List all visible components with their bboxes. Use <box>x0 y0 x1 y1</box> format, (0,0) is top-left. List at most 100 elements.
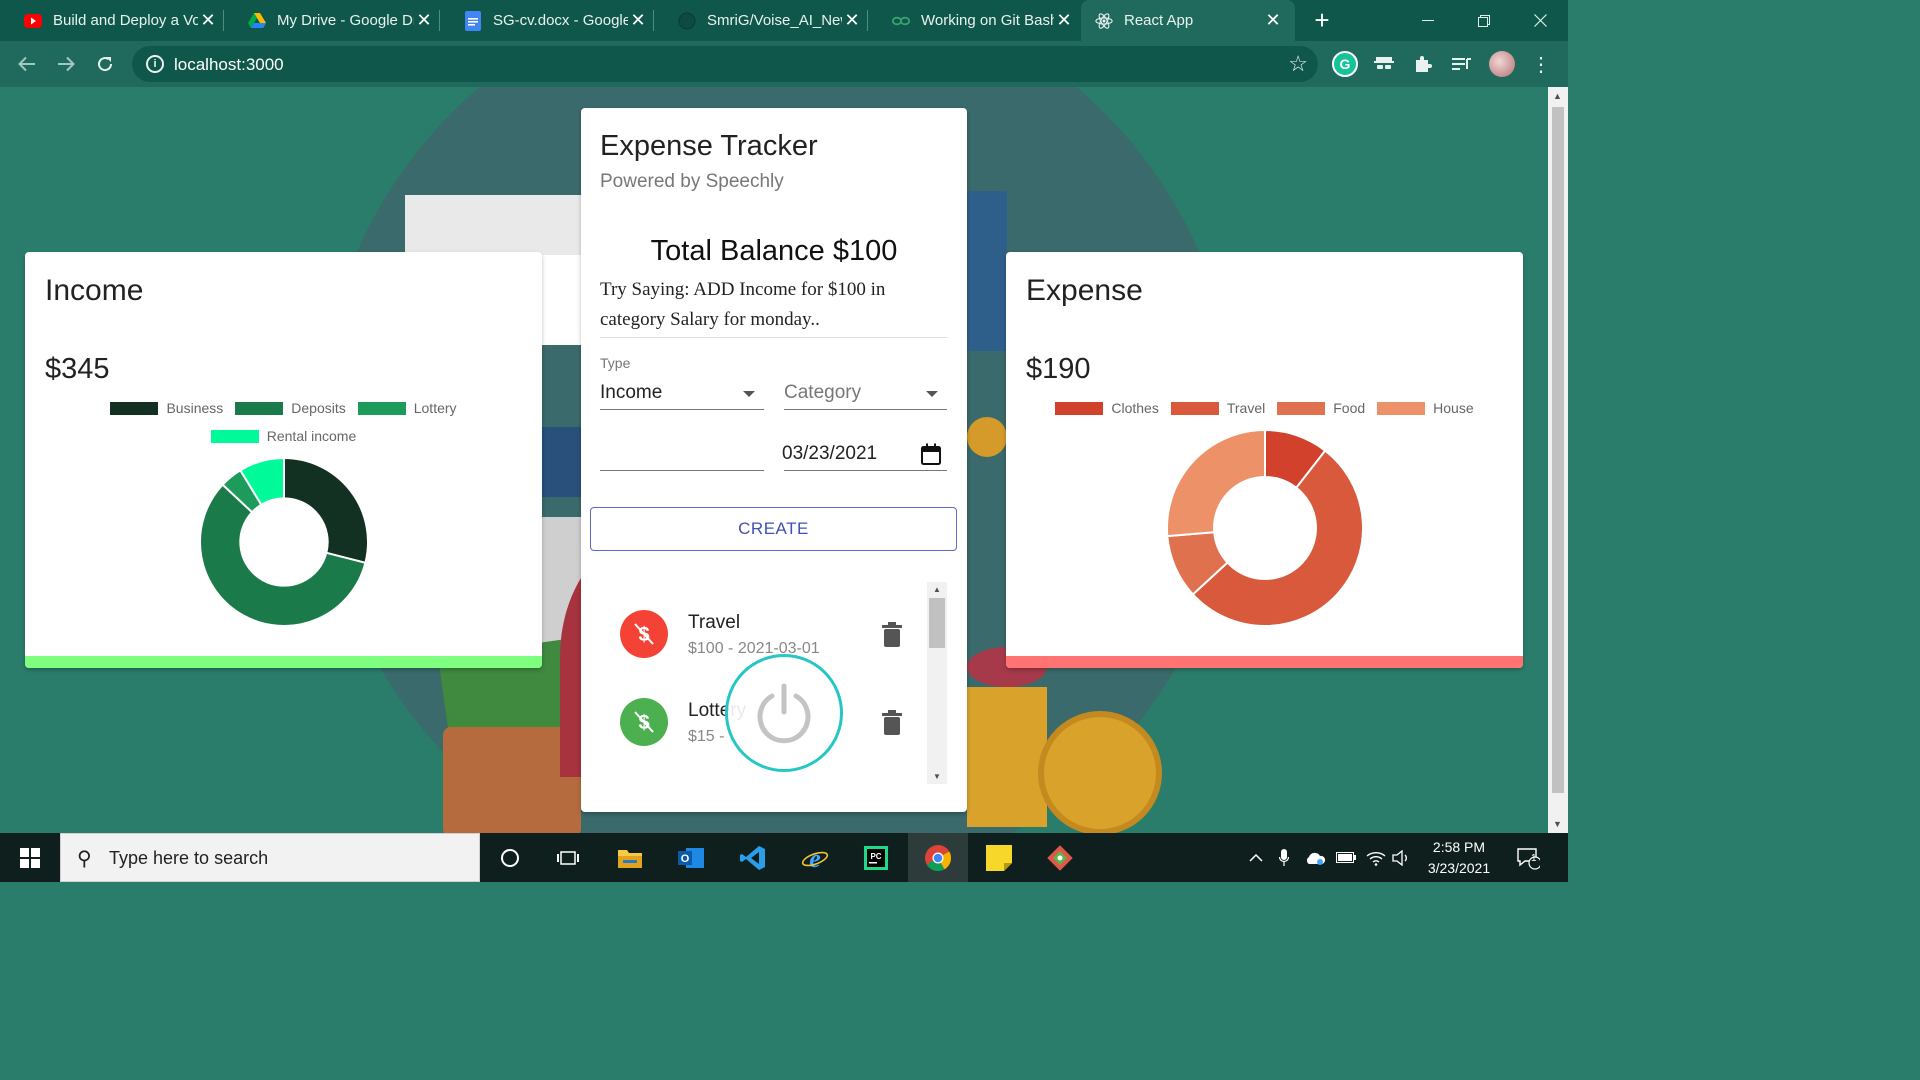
legend-item-lottery[interactable]: Lottery <box>357 400 457 416</box>
google-docs-icon <box>464 10 482 31</box>
star-icon[interactable]: ☆ <box>1288 51 1308 77</box>
close-icon[interactable]: ✕ <box>198 10 218 31</box>
legend-item-house[interactable]: House <box>1377 400 1474 416</box>
svg-text:PC: PC <box>870 852 881 861</box>
tab-title: SG-cv.docx - Google Docs <box>493 12 628 29</box>
date-input[interactable]: 03/23/2021 <box>782 441 947 471</box>
background-house-illustration <box>967 191 1007 351</box>
profile-avatar[interactable] <box>1489 51 1515 77</box>
legend-item-food[interactable]: Food <box>1277 400 1365 416</box>
income-doughnut-chart[interactable] <box>199 457 369 627</box>
svg-text:e: e <box>809 845 821 871</box>
legend-swatch <box>1377 401 1426 415</box>
type-label: Type <box>600 355 631 371</box>
pycharm-icon[interactable]: PC <box>846 833 906 882</box>
media-queue-icon[interactable] <box>1449 51 1475 77</box>
close-window-button[interactable] <box>1512 0 1568 41</box>
tracker-title: Expense Tracker <box>600 130 818 162</box>
chrome-icon[interactable] <box>908 833 968 882</box>
file-explorer-icon[interactable] <box>600 833 660 882</box>
transaction-list-scrollbar[interactable]: ▲ ▼ <box>927 582 947 784</box>
info-icon[interactable]: i <box>146 55 164 73</box>
microphone-icon[interactable] <box>1274 833 1294 882</box>
close-icon[interactable]: ✕ <box>842 10 862 31</box>
doughnut-slice-business[interactable] <box>283 457 369 565</box>
wifi-icon[interactable] <box>1364 833 1388 882</box>
sticky-notes-icon[interactable] <box>969 833 1029 882</box>
doughnut-slice-house[interactable] <box>1166 429 1266 538</box>
close-icon[interactable]: ✕ <box>1054 10 1074 31</box>
money-off-icon: $ <box>620 698 668 746</box>
trash-icon[interactable] <box>881 710 903 736</box>
puzzle-extensions-icon[interactable] <box>1410 51 1436 77</box>
restore-button[interactable] <box>1456 0 1512 41</box>
reload-icon <box>98 57 113 72</box>
legend-item-deposits[interactable]: Deposits <box>235 400 346 416</box>
url-text[interactable]: localhost:3000 <box>174 55 284 75</box>
create-button[interactable]: CREATE <box>590 507 957 551</box>
background-dollar-coin-illustration <box>1038 711 1162 833</box>
arrow-right-icon <box>58 56 75 72</box>
new-tab-button[interactable]: + <box>1308 5 1336 35</box>
chevron-up-icon[interactable] <box>1244 833 1268 882</box>
trash-icon[interactable] <box>881 622 903 648</box>
grammarly-extension-icon[interactable]: G <box>1332 51 1358 77</box>
back-button[interactable] <box>14 51 40 77</box>
battery-icon[interactable] <box>1334 833 1358 882</box>
search-icon: ⚲ <box>77 848 92 870</box>
internet-explorer-icon[interactable]: e <box>785 833 845 882</box>
close-icon[interactable]: ✕ <box>628 10 648 31</box>
onedrive-icon[interactable] <box>1302 833 1328 882</box>
tab-youtube[interactable]: Build and Deploy a Voice ✕ <box>0 0 224 41</box>
income-amount: $345 <box>45 353 110 385</box>
task-view-icon[interactable] <box>538 833 598 882</box>
system-clock[interactable]: 2:58 PM 3/23/2021 <box>1414 837 1504 879</box>
speechly-push-to-talk-button[interactable] <box>725 654 843 772</box>
legend-swatch <box>1170 401 1219 415</box>
tab-title: SmriG/Voise_AI_New <box>707 12 842 29</box>
calendar-icon[interactable] <box>921 443 941 465</box>
close-icon[interactable]: ✕ <box>1263 10 1283 31</box>
tab-title: React App <box>1124 12 1194 29</box>
legend-item-business[interactable]: Business <box>110 400 223 416</box>
git-app-icon[interactable] <box>1030 833 1090 882</box>
browser-tab-bar: Build and Deploy a Voice ✕ My Drive - Go… <box>0 0 1568 41</box>
menu-kebab-icon[interactable]: ⋮ <box>1528 51 1554 77</box>
cortana-icon[interactable] <box>480 833 540 882</box>
tab-github[interactable]: SmriG/Voise_AI_New ✕ <box>654 0 868 41</box>
legend-label: Lottery <box>413 400 457 416</box>
taskbar-search-input[interactable]: ⚲ Type here to search <box>60 833 480 882</box>
react-icon <box>1095 12 1113 30</box>
income-card: Income $345 Business Deposits Lottery Re… <box>25 252 542 668</box>
minimize-button[interactable] <box>1400 0 1456 41</box>
expense-doughnut-chart[interactable] <box>1166 429 1364 627</box>
reload-button[interactable] <box>92 51 118 77</box>
volume-icon[interactable] <box>1390 833 1414 882</box>
tab-google-drive[interactable]: My Drive - Google Drive ✕ <box>224 0 440 41</box>
page-scrollbar[interactable]: ▲ ▼ <box>1548 87 1568 833</box>
vscode-icon[interactable] <box>723 833 783 882</box>
amount-input[interactable] <box>600 441 764 471</box>
list-scrollbar-thumb[interactable] <box>929 598 945 648</box>
omnibox[interactable]: i localhost:3000 ☆ <box>132 46 1318 82</box>
tab-git-bash[interactable]: Working on Git Bash ✕ <box>868 0 1080 41</box>
windows-start-icon[interactable] <box>0 833 60 882</box>
tab-react-app[interactable]: React App ✕ <box>1081 0 1295 41</box>
page-scrollbar-thumb[interactable] <box>1552 107 1564 793</box>
notification-center-icon[interactable]: 1 <box>1510 833 1546 882</box>
category-select[interactable]: Category <box>784 380 947 410</box>
legend-swatch <box>110 401 159 415</box>
type-select[interactable]: Income <box>600 380 764 410</box>
forward-button[interactable] <box>53 51 79 77</box>
spy-extension-icon[interactable] <box>1371 51 1397 77</box>
legend-item-rental-income[interactable]: Rental income <box>210 428 356 444</box>
tab-google-docs[interactable]: SG-cv.docx - Google Docs ✕ <box>440 0 654 41</box>
tracker-subtitle: Powered by Speechly <box>600 171 784 192</box>
legend-item-travel[interactable]: Travel <box>1170 400 1265 416</box>
caret-down-icon <box>926 391 938 397</box>
legend-item-clothes[interactable]: Clothes <box>1055 400 1159 416</box>
outlook-icon[interactable]: O <box>661 833 721 882</box>
close-icon[interactable]: ✕ <box>414 10 434 31</box>
expense-title: Expense <box>1026 274 1143 307</box>
legend-swatch <box>210 429 259 443</box>
